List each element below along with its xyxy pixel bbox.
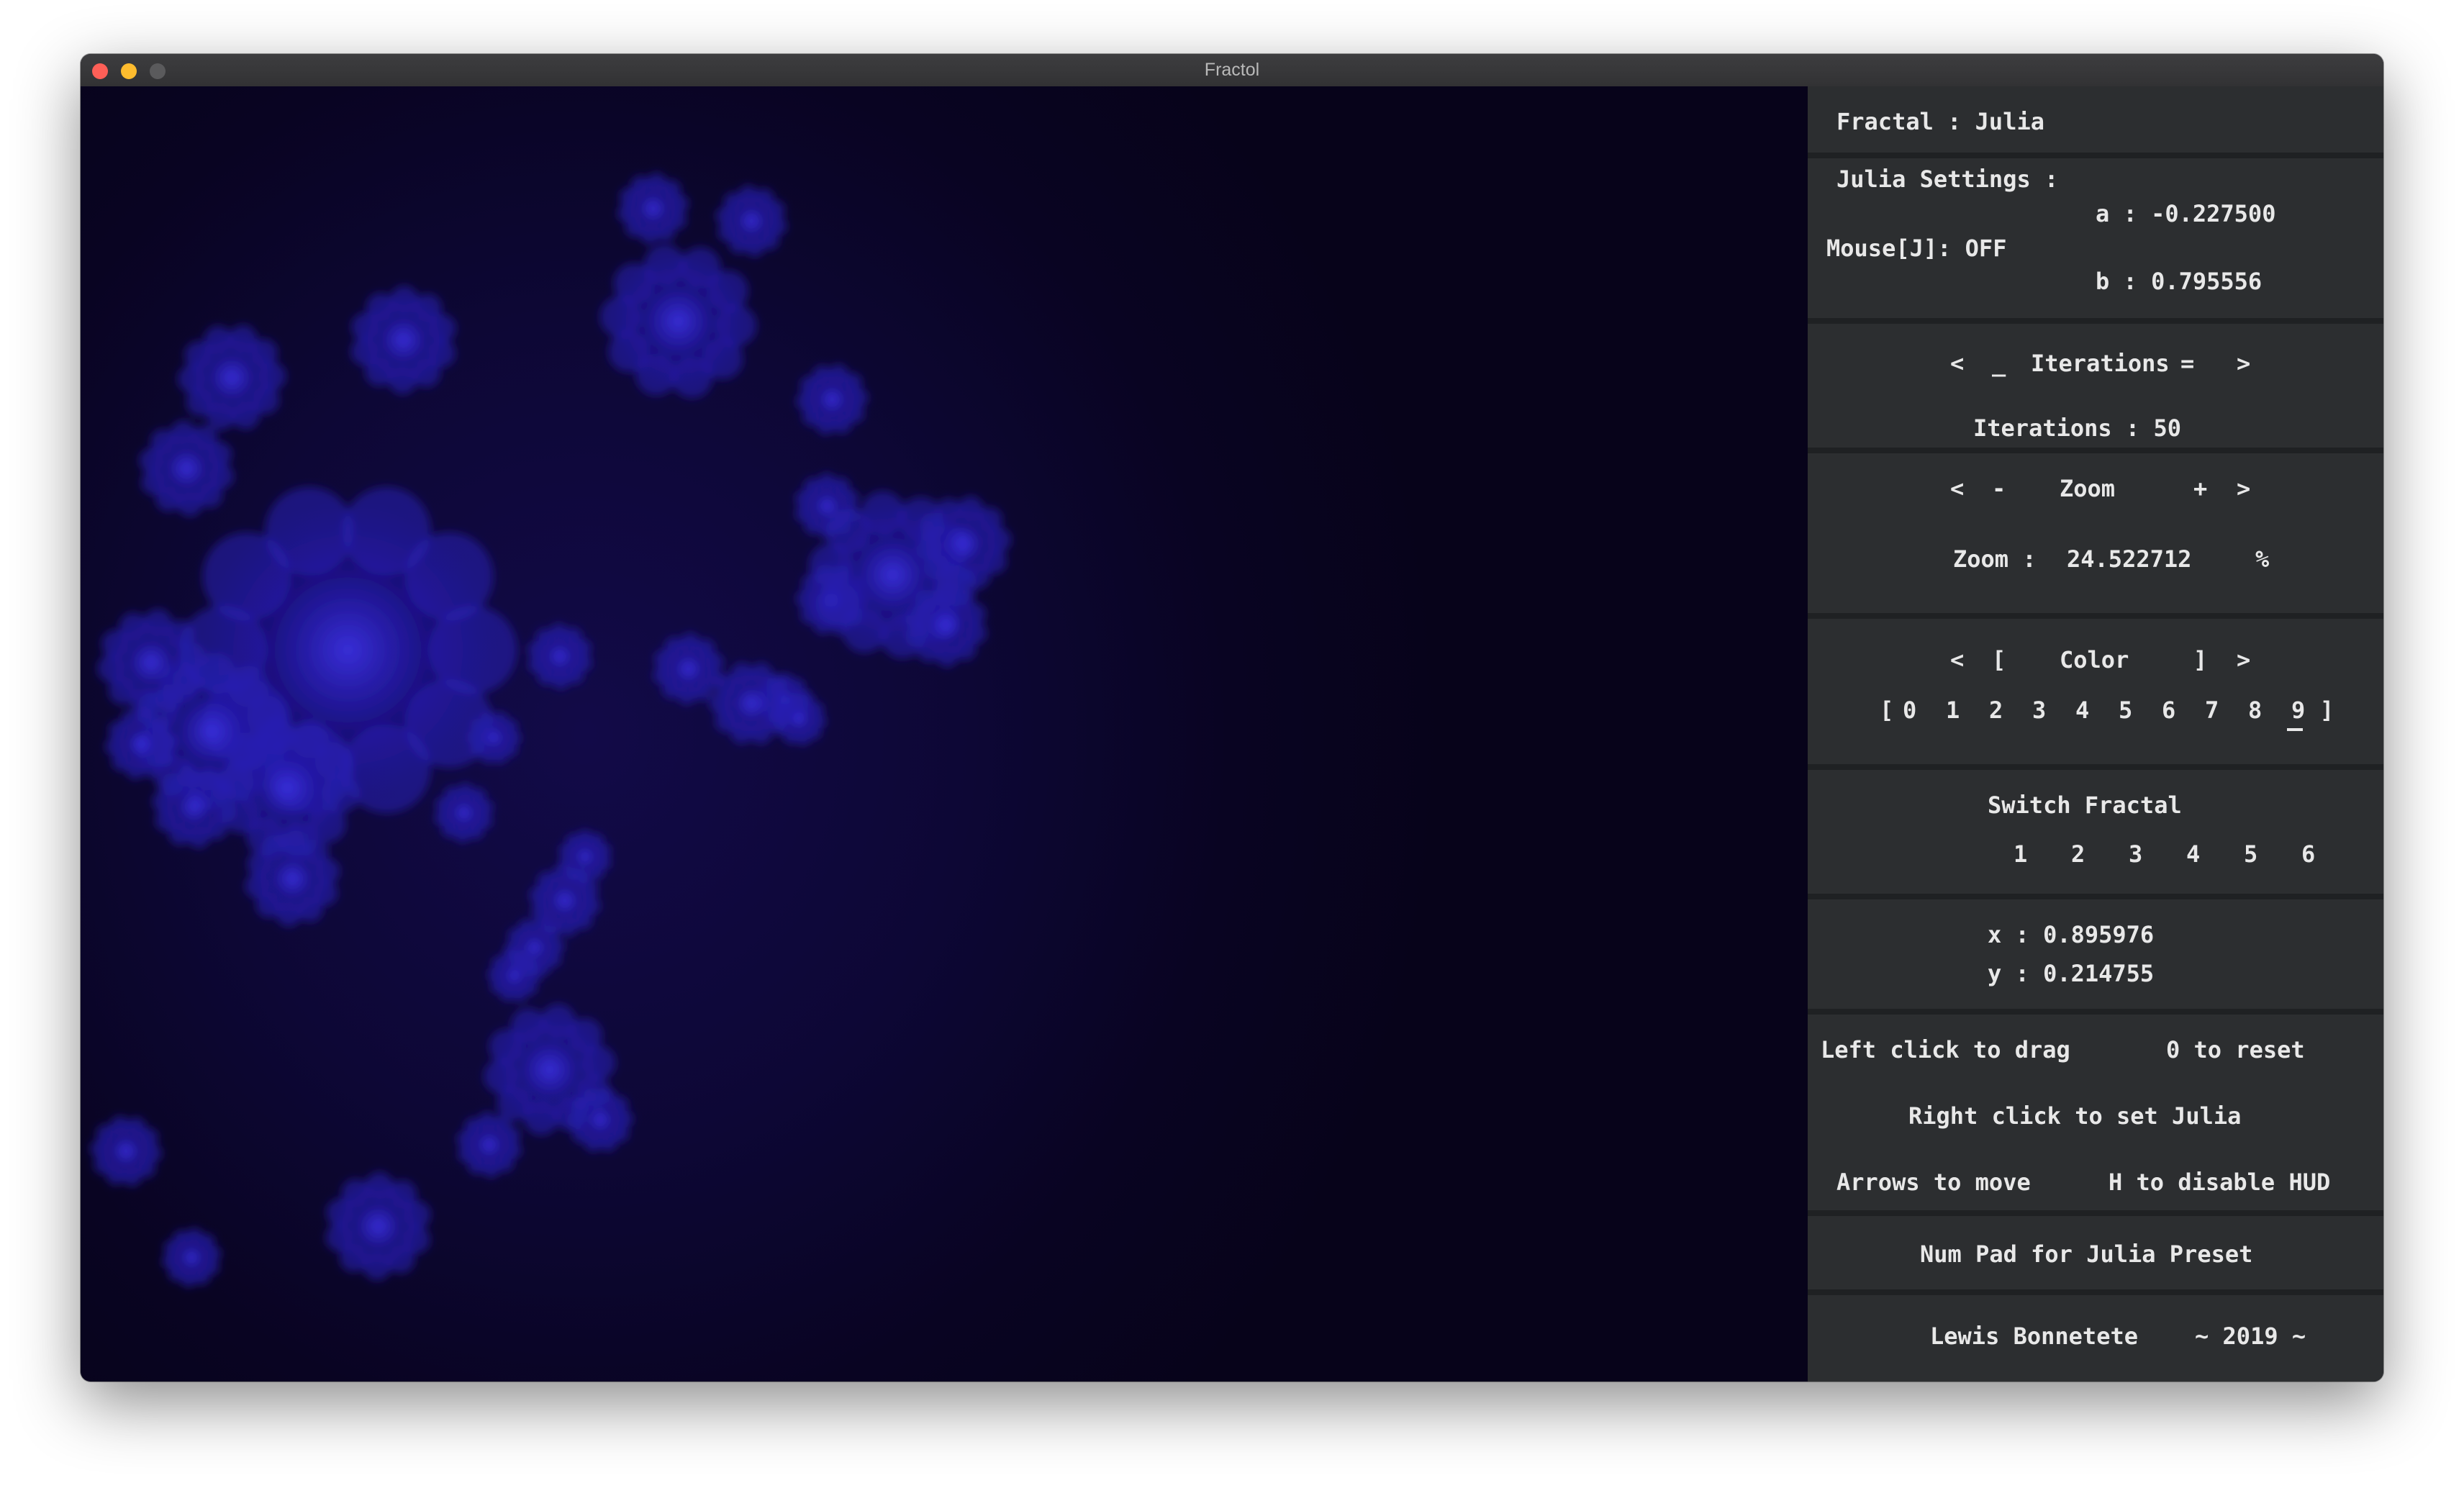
zoom-section: < - Zoom + > Zoom : 24.522712 % [1808, 453, 2383, 613]
fractal-option-4[interactable]: 4 [2186, 840, 2200, 868]
help-numpad-text: Num Pad for Julia Preset [1920, 1240, 2253, 1268]
iterations-section: < _ Iterations = > Iterations : 50 [1808, 324, 2383, 448]
palette-close-bracket: ] [2320, 697, 2334, 724]
help-arrows-text: Arrows to move [1836, 1169, 2031, 1196]
julia-settings-label: Julia Settings : [1836, 165, 2059, 193]
zoom-unit: % [2255, 545, 2270, 573]
fractal-blob [796, 363, 869, 435]
mouse-julia-toggle[interactable]: Mouse[J]: OFF [1826, 235, 2006, 262]
fractal-canvas[interactable] [81, 86, 1808, 1382]
selected-palette-underline [2287, 728, 2303, 731]
fractal-blob [653, 632, 724, 705]
hud-panel: Fractal : Julia Julia Settings : a : -0.… [1808, 86, 2383, 1382]
julia-a-value: a : -0.227500 [2096, 200, 2276, 227]
fractal-option-6[interactable]: 6 [2301, 840, 2315, 868]
fractal-blob [161, 1227, 222, 1288]
iterations-increase-button[interactable]: = [2180, 350, 2194, 377]
zoom-label: Zoom : [1953, 545, 2037, 573]
window-title: Fractol [1204, 60, 1260, 80]
fractal-option-1[interactable]: 1 [2014, 840, 2027, 868]
fractal-option-5[interactable]: 5 [2244, 840, 2257, 868]
x-coordinate: x : 0.895976 [1988, 921, 2155, 948]
color-open-bracket: [ [1992, 646, 2006, 673]
fractal-blob [89, 1115, 163, 1187]
palette-option-2[interactable]: 2 [1989, 697, 2003, 724]
fractal-blob [139, 419, 235, 517]
julia-b-value: b : 0.795556 [2096, 268, 2263, 295]
fractal-blob [617, 172, 689, 245]
author-name: Lewis Bonnetete [1930, 1323, 2138, 1350]
fractal-blob [350, 285, 456, 395]
help-reset-text: 0 to reset [2166, 1036, 2305, 1063]
zoom-in-button[interactable]: + [2193, 475, 2207, 502]
fractal-name-section: Fractal : Julia [1808, 86, 2383, 153]
palette-open-bracket: [ [1880, 697, 1894, 724]
fractal-blob [904, 582, 987, 668]
palette-option-4[interactable]: 4 [2075, 697, 2089, 724]
iterations-decrease-button[interactable]: _ [1992, 350, 2006, 377]
color-section: < [ Color ] > [ 0 1 2 3 4 5 6 7 8 9 ] [1808, 619, 2383, 764]
color-prev-button[interactable]: < [1950, 646, 1964, 673]
julia-settings-section: Julia Settings : a : -0.227500 Mouse[J]:… [1808, 158, 2383, 318]
fractal-blob [715, 185, 787, 258]
fractal-blob [599, 244, 757, 399]
help-hud-text: H to disable HUD [2109, 1169, 2331, 1196]
fractal-blob [177, 325, 286, 431]
help-julia-text: Right click to set Julia [1908, 1102, 2242, 1130]
app-window: Fractol Fractal : Julia Julia Settings:… [81, 54, 2383, 1382]
credits-section: Lewis Bonnetete ~ 2019 ~ [1808, 1295, 2383, 1382]
iterations-value: Iterations : 50 [1973, 414, 2181, 442]
palette-option-7[interactable]: 7 [2205, 697, 2219, 724]
switch-fractal-section: Switch Fractal 1 2 3 4 5 6 [1808, 770, 2383, 894]
zoom-value: 24.522712 [2067, 545, 2192, 573]
zoom-title: Zoom [2060, 475, 2116, 502]
help-section: Left click to drag 0 to reset Right clic… [1808, 1015, 2383, 1210]
y-coordinate: y : 0.214755 [1988, 960, 2155, 987]
iterations-title: Iterations [2031, 350, 2170, 377]
color-title: Color [2060, 646, 2129, 673]
fractal-blob [456, 1111, 522, 1179]
fractal-option-3[interactable]: 3 [2129, 840, 2142, 868]
title-bar[interactable]: Fractol [81, 54, 2383, 87]
coordinates-section: x : 0.895976 y : 0.214755 [1808, 899, 2383, 1009]
zoom-prev-button[interactable]: < [1950, 475, 1964, 502]
palette-option-8[interactable]: 8 [2248, 697, 2262, 724]
zoom-out-button[interactable]: - [1992, 475, 2006, 502]
fractal-blob [434, 782, 494, 843]
iterations-next-button[interactable]: > [2237, 350, 2250, 377]
numpad-section: Num Pad for Julia Preset [1808, 1216, 2383, 1289]
fractal-name-label: Fractal : Julia [1836, 108, 2044, 135]
julia-fractal-render [89, 172, 1012, 1288]
fractal-blob [772, 691, 827, 746]
fractal-blob [325, 1171, 431, 1281]
credits-year: ~ 2019 ~ [2195, 1323, 2306, 1350]
fractal-blob [527, 622, 592, 690]
palette-option-9[interactable]: 9 [2291, 697, 2305, 724]
palette-option-0[interactable]: 0 [1903, 697, 1916, 724]
palette-option-5[interactable]: 5 [2119, 697, 2132, 724]
iterations-prev-button[interactable]: < [1950, 350, 1964, 377]
palette-option-3[interactable]: 3 [2032, 697, 2046, 724]
fractal-option-2[interactable]: 2 [2071, 840, 2085, 868]
color-close-bracket: ] [2193, 646, 2208, 673]
palette-option-6[interactable]: 6 [2162, 697, 2175, 724]
palette-option-1[interactable]: 1 [1946, 697, 1960, 724]
color-next-button[interactable]: > [2237, 646, 2250, 673]
help-drag-text: Left click to drag [1821, 1036, 2070, 1063]
switch-fractal-title: Switch Fractal [1988, 791, 2182, 819]
zoom-next-button[interactable]: > [2237, 475, 2250, 502]
